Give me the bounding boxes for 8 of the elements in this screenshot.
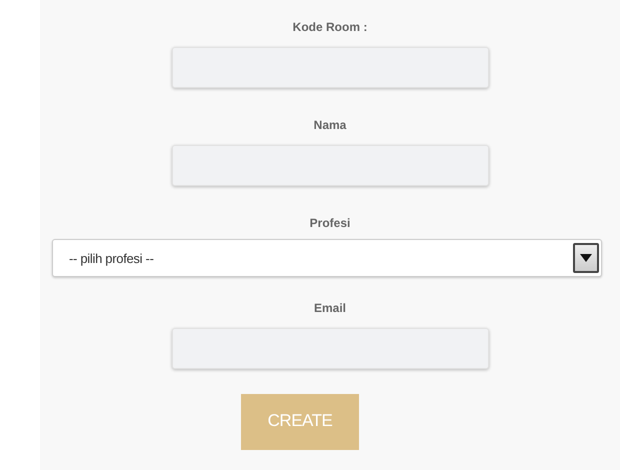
input-field[interactable]: [172, 145, 488, 186]
input-field[interactable]: [172, 328, 488, 369]
field-label: Profesi: [310, 216, 350, 230]
field-label: Kode Room :: [292, 20, 368, 34]
input-field[interactable]: [172, 47, 488, 88]
field-label: Email: [314, 301, 346, 315]
field-label: Nama: [314, 118, 346, 132]
dropdown[interactable]: -- pilih profesi --: [52, 239, 602, 277]
